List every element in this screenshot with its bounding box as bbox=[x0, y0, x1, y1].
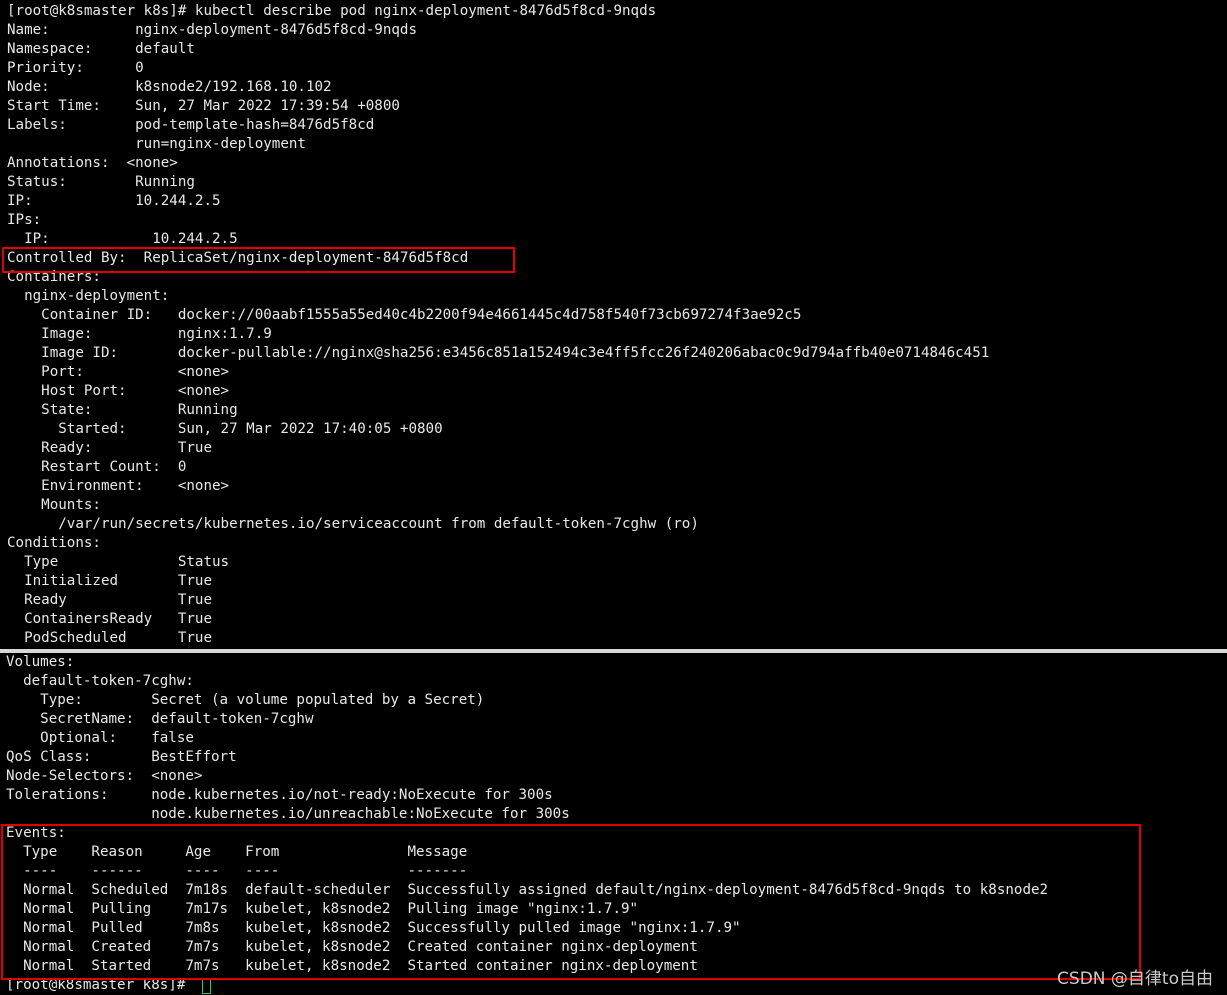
output-line: IPs: bbox=[7, 212, 42, 228]
output-line: Annotations: <none> bbox=[7, 155, 178, 171]
watermark: CSDN @自律to自由 bbox=[1057, 969, 1213, 989]
controlled-by-highlight-box bbox=[2, 247, 515, 273]
output-line: Container ID: docker://00aabf1555a55ed40… bbox=[7, 307, 802, 323]
output-line: Restart Count: 0 bbox=[7, 459, 187, 475]
output-line: default-token-7cghw: bbox=[6, 673, 194, 689]
terminal-cursor bbox=[202, 979, 211, 994]
output-line: Image ID: docker-pullable://nginx@sha256… bbox=[7, 345, 990, 361]
output-line: Port: <none> bbox=[7, 364, 230, 380]
output-line: Image: nginx:1.7.9 bbox=[7, 326, 272, 342]
output-line: Optional: false bbox=[6, 730, 194, 746]
output-line: Started: Sun, 27 Mar 2022 17:40:05 +0800 bbox=[7, 421, 443, 437]
output-line: Priority: 0 bbox=[7, 60, 144, 76]
output-line: /var/run/secrets/kubernetes.io/serviceac… bbox=[7, 516, 699, 532]
output-line: QoS Class: BestEffort bbox=[6, 749, 237, 765]
output-line: Type: Secret (a volume populated by a Se… bbox=[6, 692, 485, 708]
terminal-pane-bottom[interactable]: Volumes: default-token-7cghw: Type: Secr… bbox=[0, 653, 1227, 994]
output-line: PodScheduled True bbox=[7, 630, 212, 646]
output-line: Type Status bbox=[7, 554, 230, 570]
output-line: State: Running bbox=[7, 402, 238, 418]
output-line: node.kubernetes.io/unreachable:NoExecute… bbox=[6, 806, 570, 822]
output-line: Namespace: default bbox=[7, 41, 195, 57]
terminal-pane-top[interactable]: [root@k8smaster k8s]# kubectl describe p… bbox=[0, 0, 1227, 649]
output-line: Ready True bbox=[7, 592, 212, 608]
output-line: Node: k8snode2/192.168.10.102 bbox=[7, 79, 332, 95]
output-line: IP: 10.244.2.5 bbox=[7, 193, 221, 209]
events-highlight-box bbox=[1, 824, 1141, 980]
output-line: run=nginx-deployment bbox=[7, 136, 306, 152]
output-line: Node-Selectors: <none> bbox=[6, 768, 203, 784]
output-line: Volumes: bbox=[6, 654, 75, 670]
output-line: Conditions: bbox=[7, 535, 101, 551]
output-line: nginx-deployment: bbox=[7, 288, 170, 304]
output-line: Environment: <none> bbox=[7, 478, 230, 494]
output-line: Mounts: bbox=[7, 497, 101, 513]
output-line: Tolerations: node.kubernetes.io/not-read… bbox=[6, 787, 553, 803]
output-line: Initialized True bbox=[7, 573, 212, 589]
output-line: Name: nginx-deployment-8476d5f8cd-9nqds bbox=[7, 22, 417, 38]
output-line: Status: Running bbox=[7, 174, 195, 190]
output-line: ContainersReady True bbox=[7, 611, 212, 627]
output-line: SecretName: default-token-7cghw bbox=[6, 711, 314, 727]
output-line: Ready: True bbox=[7, 440, 212, 456]
prompt-line: [root@k8smaster k8s]# kubectl describe p… bbox=[7, 3, 657, 19]
output-line: Host Port: <none> bbox=[7, 383, 230, 399]
output-line: Labels: pod-template-hash=8476d5f8cd bbox=[7, 117, 375, 133]
output-line: Start Time: Sun, 27 Mar 2022 17:39:54 +0… bbox=[7, 98, 400, 114]
